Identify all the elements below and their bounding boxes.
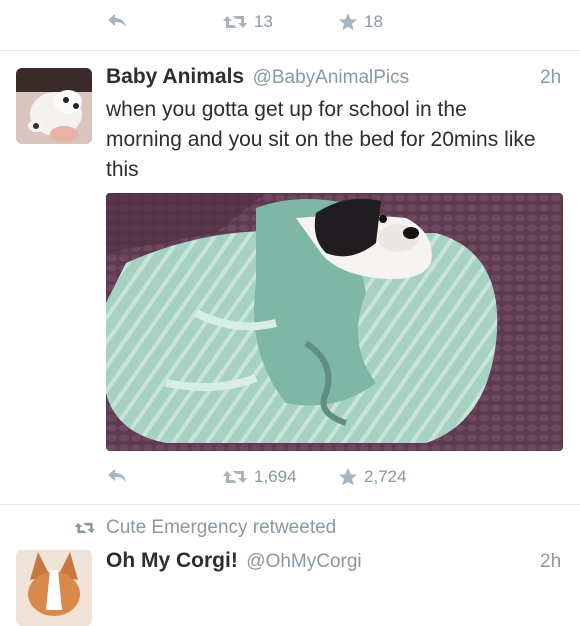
reply-arrow-icon [108,14,126,27]
avatar[interactable] [16,550,92,626]
retweet-count: 1,694 [254,467,297,486]
tweet-timestamp[interactable]: 2h [540,67,561,89]
user-handle[interactable]: @BabyAnimalPics [253,67,410,88]
tweet-photo[interactable] [106,193,563,451]
tweet-divider [0,50,580,51]
retweet-count: 13 [254,12,273,31]
tweet-actions: 1,694 2,724 [0,463,580,493]
tweet-timestamp[interactable]: 2h [540,551,561,573]
tweet-header: Baby Animals @BabyAnimalPics [106,65,409,89]
tweet-header: Oh My Corgi! @OhMyCorgi [106,549,362,573]
favorite-count: 2,724 [364,467,407,486]
retweet-icon [74,522,96,534]
favorite-button[interactable]: 18 [338,12,383,32]
star-icon [338,13,358,31]
favorite-count: 18 [364,12,383,31]
reply-arrow-icon [108,469,126,482]
retweet-icon [223,471,247,483]
favorite-button[interactable]: 2,724 [338,467,407,487]
retweet-context: Cute Emergency retweeted [74,517,336,539]
previous-tweet-actions: 13 18 [0,8,580,38]
retweeted-by-label[interactable]: Cute Emergency retweeted [106,517,336,539]
user-handle[interactable]: @OhMyCorgi [246,551,361,572]
user-name[interactable]: Oh My Corgi! [106,549,238,572]
corgi-avatar-image [16,550,92,626]
user-name[interactable]: Baby Animals [106,65,244,88]
tweet-text: when you gotta get up for school in the … [106,98,536,181]
dog-in-blanket-image [106,193,563,451]
reply-button[interactable] [106,467,128,485]
retweet-button[interactable]: 13 [222,12,273,32]
avatar[interactable] [16,68,92,144]
star-icon [338,468,358,486]
retweet-icon [223,16,247,28]
reply-button[interactable] [106,12,128,30]
tweet-divider [0,504,580,505]
retweet-button[interactable]: 1,694 [222,467,297,487]
avatar-image [16,68,92,144]
